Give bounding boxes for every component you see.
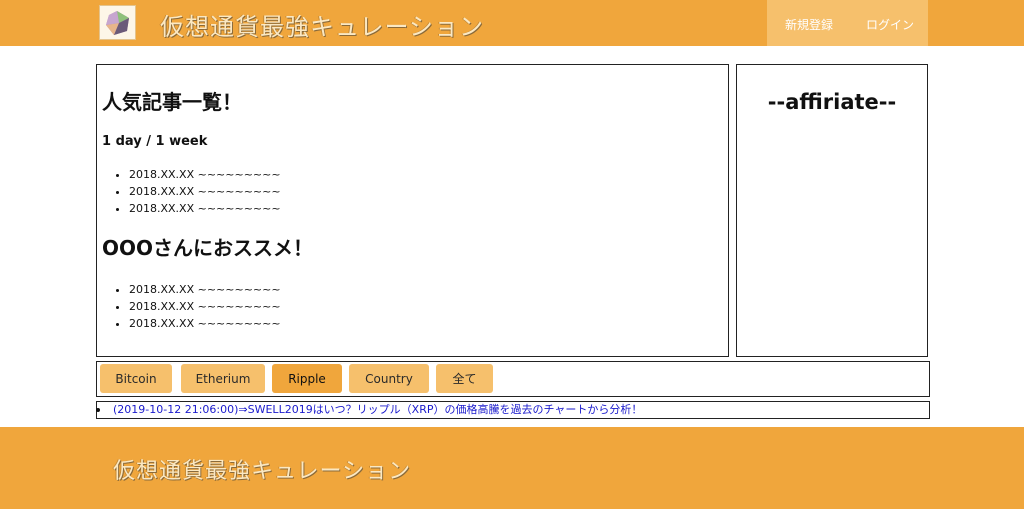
list-item[interactable]: 2018.XX.XX ~~~~~~~~~ xyxy=(129,200,281,217)
site-logo[interactable] xyxy=(99,5,136,40)
bullet-icon xyxy=(96,408,100,412)
affiliate-panel: --affiriate-- xyxy=(736,64,928,357)
site-header: 仮想通貨最強キュレーション 新規登録 ログイン xyxy=(0,0,1024,46)
popular-articles-list: 2018.XX.XX ~~~~~~~~~ 2018.XX.XX ~~~~~~~~… xyxy=(129,166,281,217)
recommend-list: 2018.XX.XX ~~~~~~~~~ 2018.XX.XX ~~~~~~~~… xyxy=(129,281,281,332)
recommend-title: OOOさんにおススメ！ xyxy=(102,236,314,260)
site-footer: 仮想通貨最強キュレーション xyxy=(0,427,1024,509)
category-button-country[interactable]: Country xyxy=(349,364,429,393)
list-item[interactable]: 2018.XX.XX ~~~~~~~~~ xyxy=(129,298,281,315)
header-nav: 新規登録 ログイン xyxy=(767,0,928,46)
category-button-all[interactable]: 全て xyxy=(436,364,493,393)
popular-articles-title: 人気記事一覧！ xyxy=(102,90,242,114)
category-bar: Bitcoin Etherium Ripple Country 全て xyxy=(96,361,930,397)
category-button-ripple[interactable]: Ripple xyxy=(272,364,342,393)
category-button-etherium[interactable]: Etherium xyxy=(181,364,265,393)
affiliate-title: --affiriate-- xyxy=(767,90,897,114)
login-link[interactable]: ログイン xyxy=(866,16,914,33)
logo-icon xyxy=(106,11,129,35)
period-selector[interactable]: 1 day / 1 week xyxy=(102,134,207,149)
list-item[interactable]: 2018.XX.XX ~~~~~~~~~ xyxy=(129,281,281,298)
popular-articles-panel: 人気記事一覧！ 1 day / 1 week 2018.XX.XX ~~~~~~… xyxy=(96,64,729,357)
news-ticker: (2019-10-12 21:06:00)⇒SWELL2019はいつ？リップル（… xyxy=(96,401,930,419)
signup-link[interactable]: 新規登録 xyxy=(785,16,833,33)
list-item[interactable]: 2018.XX.XX ~~~~~~~~~ xyxy=(129,166,281,183)
list-item[interactable]: 2018.XX.XX ~~~~~~~~~ xyxy=(129,183,281,200)
list-item[interactable]: 2018.XX.XX ~~~~~~~~~ xyxy=(129,315,281,332)
news-link[interactable]: (2019-10-12 21:06:00)⇒SWELL2019はいつ？リップル（… xyxy=(113,402,642,418)
category-button-bitcoin[interactable]: Bitcoin xyxy=(100,364,172,393)
site-title[interactable]: 仮想通貨最強キュレーション xyxy=(160,11,484,43)
footer-title[interactable]: 仮想通貨最強キュレーション xyxy=(113,457,411,487)
